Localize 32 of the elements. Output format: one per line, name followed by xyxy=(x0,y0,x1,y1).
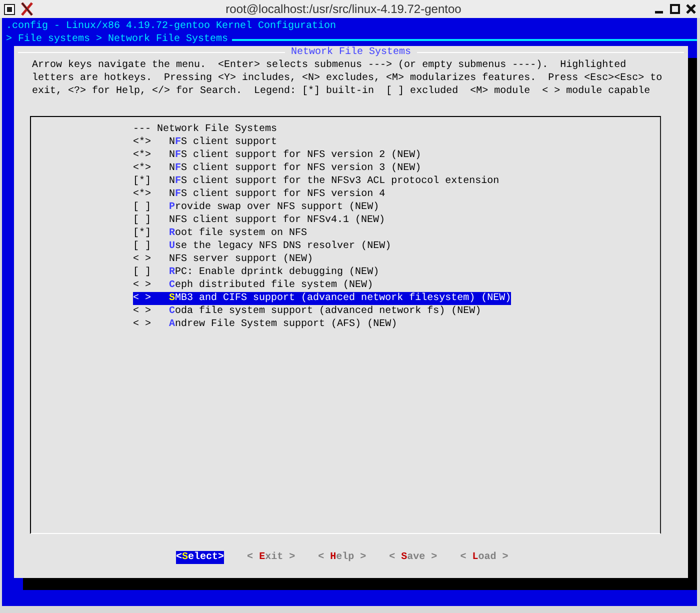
menu-item[interactable]: < > NFS server support (NEW) xyxy=(133,253,314,266)
dialog-button[interactable]: < Exit > xyxy=(247,551,296,564)
menu-item[interactable]: [*] NFS client support for the NFSv3 ACL protocol extension xyxy=(133,175,500,188)
dialog-title: Network File Systems xyxy=(290,46,412,59)
menu-comment: --- Network File Systems xyxy=(133,123,278,136)
menu-item[interactable]: [ ] Use the legacy NFS DNS resolver (NEW) xyxy=(133,240,392,253)
help-text: exit, <?> for Help, </> for Search. Legend: [*] built-in [ ] excluded <M> module < > module capable xyxy=(32,85,652,98)
menu-item[interactable]: <*> NFS client support xyxy=(133,136,278,149)
menu-item[interactable]: <*> NFS client support for NFS version 2 (NEW) xyxy=(133,149,422,162)
menu-item[interactable]: < > Andrew File System support (AFS) (NEW) xyxy=(133,318,398,331)
x-logo-icon xyxy=(21,2,33,16)
window-menu-icon[interactable] xyxy=(4,4,15,14)
menu-item[interactable]: < > Ceph distributed file system (NEW) xyxy=(133,279,374,292)
dialog-button[interactable]: < Help > xyxy=(318,551,366,564)
menu-item[interactable]: < > SMB3 and CIFS support (advanced network filesystem) (NEW) xyxy=(133,292,512,305)
menu-item[interactable]: [ ] Provide swap over NFS support (NEW) xyxy=(133,201,380,214)
close-icon[interactable] xyxy=(686,4,696,14)
dialog-button[interactable]: <Select> xyxy=(176,551,224,564)
dialog-button[interactable]: < Save > xyxy=(389,551,438,564)
breadcrumb: > File systems > Network File Systems xyxy=(6,33,228,46)
menu-item[interactable]: <*> NFS client support for NFS version 4 xyxy=(133,188,386,201)
config-header: .config - Linux/x86 4.19.72-gentoo Kernel Configuration xyxy=(6,21,336,32)
maximize-icon[interactable] xyxy=(670,4,680,14)
help-text: letters are hotkeys. Pressing <Y> includes, <N> excludes, <M> modularizes features. Press <Esc><Esc> to xyxy=(32,72,664,85)
menu-item[interactable]: [ ] RPC: Enable dprintk debugging (NEW) xyxy=(133,266,380,279)
menu-item[interactable]: [ ] NFS client support for NFSv4.1 (NEW) xyxy=(133,214,386,227)
help-text: Arrow keys navigate the menu. <Enter> selects submenus ---> (or empty submenus ----). Highlighted xyxy=(32,59,628,72)
menu-item[interactable]: < > Coda file system support (advanced network fs) (NEW) xyxy=(133,305,482,318)
menu-item[interactable]: <*> NFS client support for NFS version 3 (NEW) xyxy=(133,162,422,175)
window-title: root@localhost:/usr/src/linux-4.19.72-gentoo xyxy=(224,2,462,16)
dialog-button[interactable]: < Load > xyxy=(460,551,508,564)
menu-item[interactable]: [*] Root file system on NFS xyxy=(133,227,308,240)
